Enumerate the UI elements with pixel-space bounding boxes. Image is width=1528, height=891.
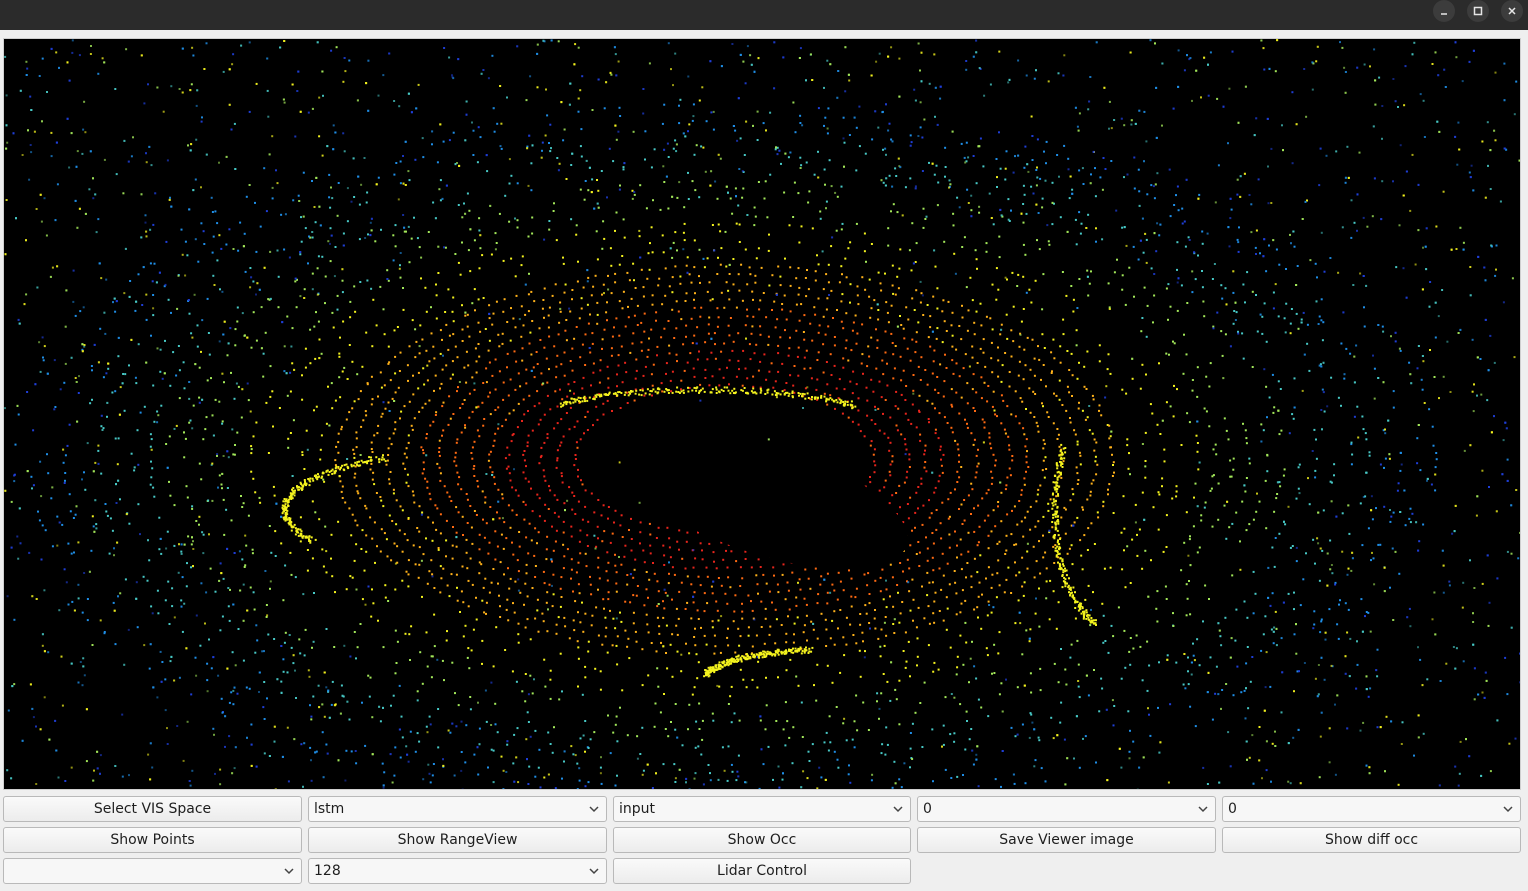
show-rangeview-button[interactable]: Show RangeView [308, 827, 607, 853]
index-a-select-value: 0 [923, 801, 932, 817]
data-select[interactable]: input [613, 796, 911, 822]
beams-select-value: 128 [314, 863, 341, 879]
minimize-icon[interactable] [1433, 0, 1455, 22]
chevron-down-icon [589, 868, 599, 875]
chevron-down-icon [1503, 806, 1513, 813]
show-diff-occ-button[interactable]: Show diff occ [1222, 827, 1521, 853]
show-diff-occ-label: Show diff occ [1324, 832, 1419, 848]
model-select[interactable]: lstm [308, 796, 607, 822]
show-points-button[interactable]: Show Points [3, 827, 302, 853]
show-points-label: Show Points [110, 832, 195, 848]
empty-select[interactable] [3, 858, 302, 884]
point-cloud-viewer[interactable] [3, 38, 1521, 790]
save-viewer-image-button[interactable]: Save Viewer image [917, 827, 1216, 853]
lidar-control-button[interactable]: Lidar Control [613, 858, 911, 884]
lidar-control-label: Lidar Control [717, 863, 807, 879]
data-select-value: input [619, 801, 656, 817]
index-a-select[interactable]: 0 [917, 796, 1216, 822]
title-bar [0, 0, 1528, 30]
show-occ-label: Show Occ [727, 832, 797, 848]
chevron-down-icon [893, 806, 903, 813]
model-select-value: lstm [314, 801, 345, 817]
close-icon[interactable] [1501, 0, 1523, 22]
select-vis-space-button[interactable]: Select VIS Space [3, 796, 302, 822]
save-viewer-image-label: Save Viewer image [999, 832, 1134, 848]
select-vis-space-label: Select VIS Space [93, 801, 212, 817]
maximize-icon[interactable] [1467, 0, 1489, 22]
chevron-down-icon [589, 806, 599, 813]
index-b-select-value: 0 [1228, 801, 1237, 817]
chevron-down-icon [284, 868, 294, 875]
chevron-down-icon [1198, 806, 1208, 813]
show-rangeview-label: Show RangeView [397, 832, 518, 848]
index-b-select[interactable]: 0 [1222, 796, 1521, 822]
beams-select[interactable]: 128 [308, 858, 607, 884]
show-occ-button[interactable]: Show Occ [613, 827, 911, 853]
point-cloud-canvas[interactable] [4, 39, 1520, 789]
